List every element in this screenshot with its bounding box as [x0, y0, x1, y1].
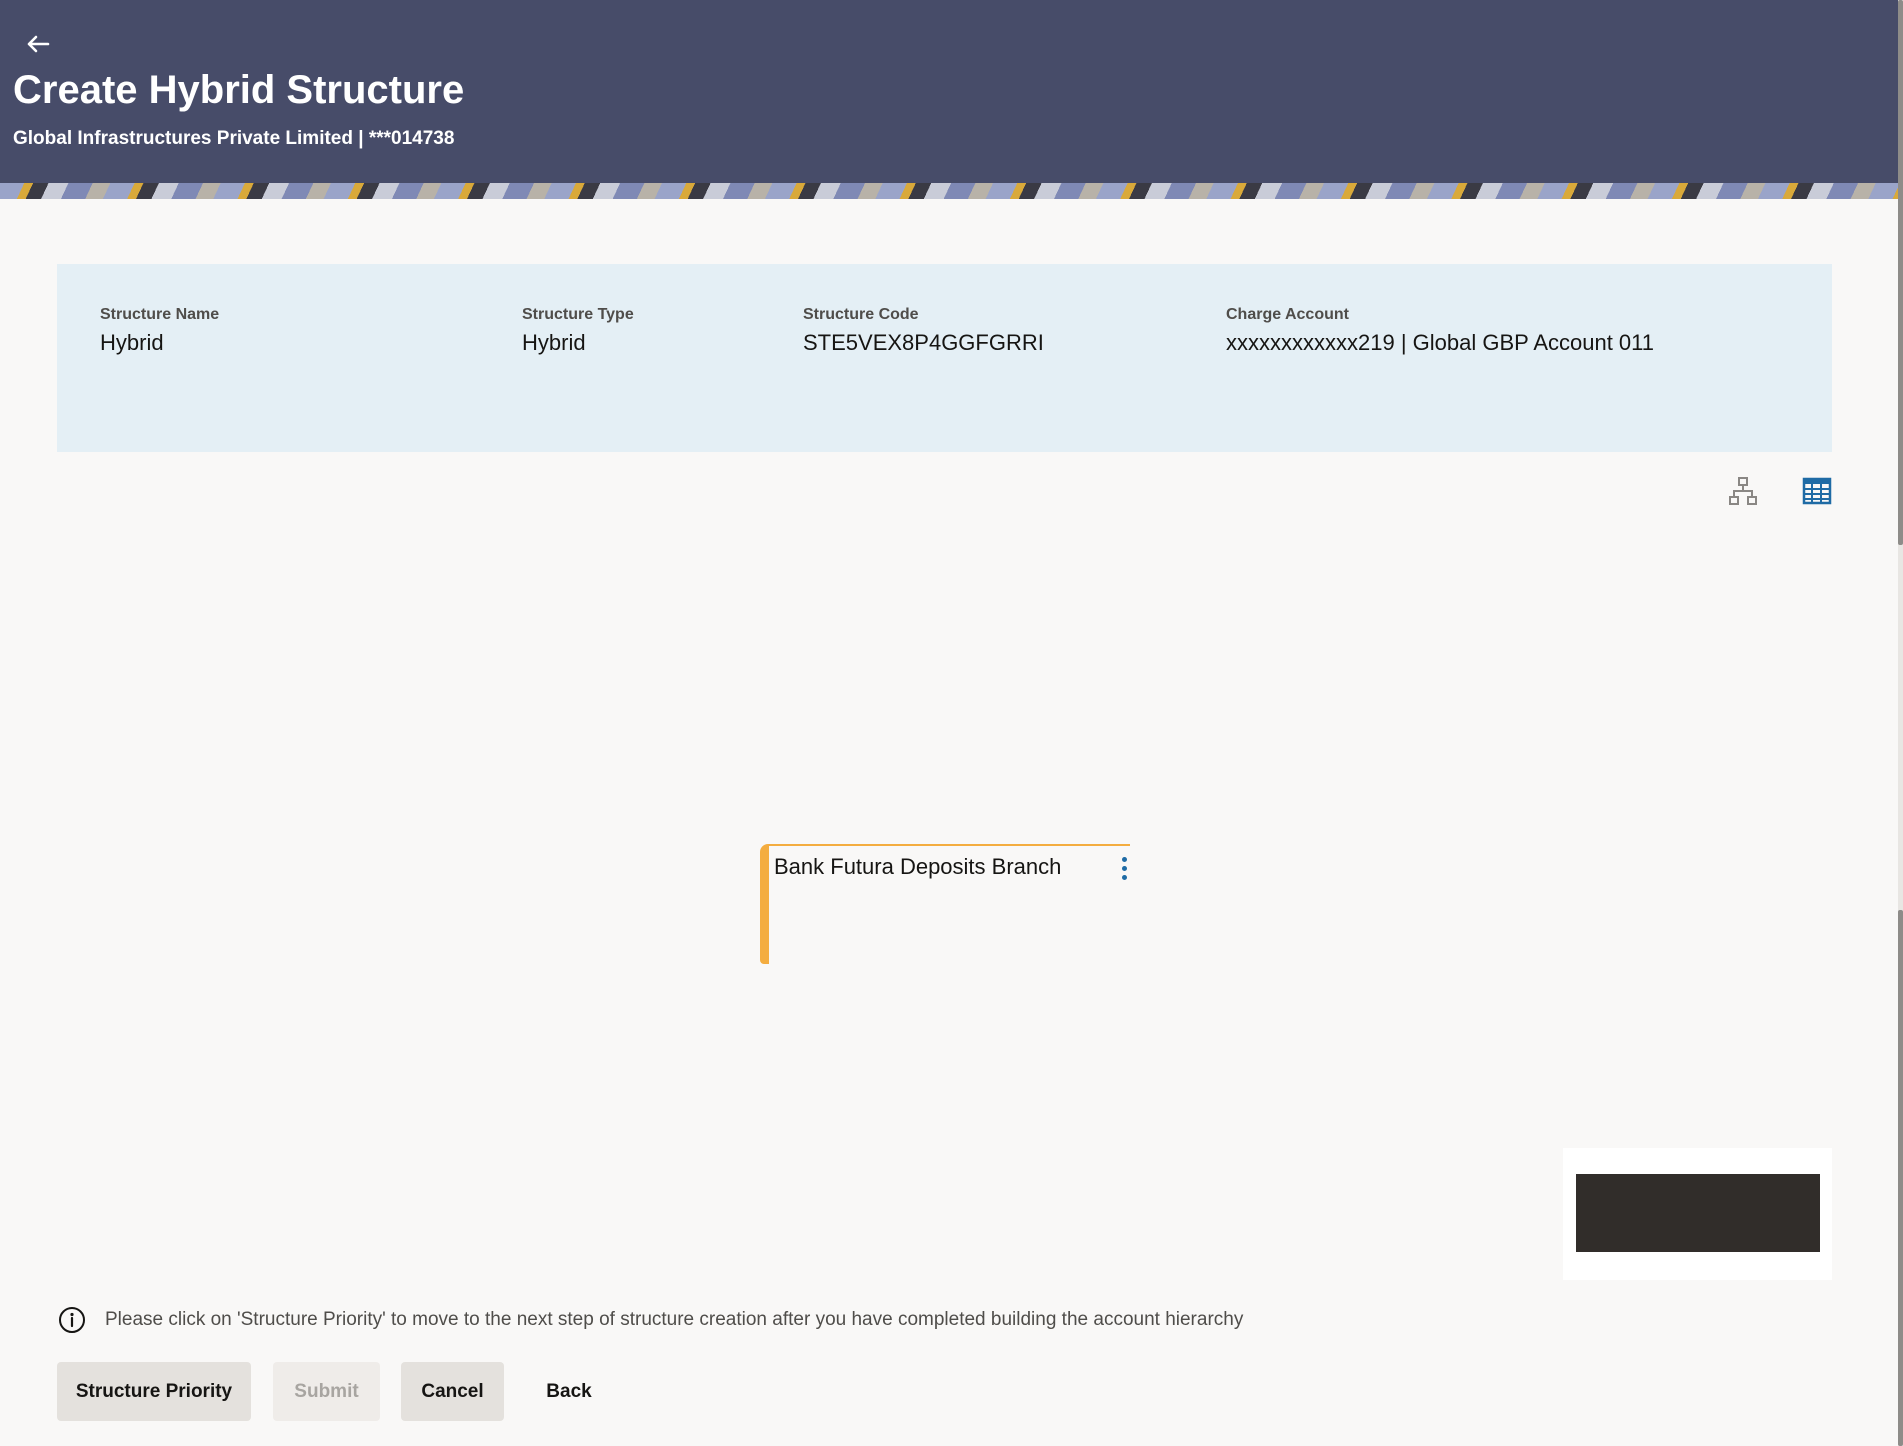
structure-type-field: Structure Type Hybrid: [522, 306, 634, 356]
structure-priority-button[interactable]: Structure Priority: [57, 1362, 251, 1421]
charge-account-value: xxxxxxxxxxxx219 | Global GBP Account 011: [1226, 330, 1654, 355]
structure-name-field: Structure Name Hybrid: [100, 306, 219, 356]
scrollbar-thumb[interactable]: [1898, 0, 1903, 545]
page-header: Create Hybrid Structure Global Infrastru…: [0, 0, 1898, 183]
structure-name-label: Structure Name: [100, 306, 220, 323]
structure-code-field: Structure Code STE5VEX8P4GGFGRRI: [803, 306, 1044, 356]
page-title: Create Hybrid Structure: [13, 68, 465, 112]
info-icon: [59, 1307, 85, 1333]
tree-node-root[interactable]: Bank Futura Deposits Branch: [760, 844, 1130, 964]
charge-account-field: Charge Account xxxxxxxxxxxx219 | Global …: [1226, 306, 1654, 356]
structure-type-label: Structure Type: [522, 306, 634, 323]
charge-account-label: Charge Account: [1226, 306, 1349, 323]
minimap-viewport[interactable]: [1576, 1174, 1820, 1252]
info-text: Please click on 'Structure Priority' to …: [105, 1309, 1244, 1330]
info-message: Please click on 'Structure Priority' to …: [58, 1305, 1243, 1335]
back-button[interactable]: Back: [527, 1362, 611, 1421]
header-decorative-band: [0, 183, 1898, 199]
submit-button[interactable]: Submit: [273, 1362, 380, 1421]
structure-summary-panel: Structure Name Hybrid Structure Type Hyb…: [57, 264, 1832, 452]
structure-code-value: STE5VEX8P4GGFGRRI: [803, 330, 1044, 355]
tree-node-label: Bank Futura Deposits Branch: [774, 854, 1062, 879]
cancel-button[interactable]: Cancel: [401, 1362, 504, 1421]
hierarchy-icon[interactable]: [1727, 475, 1759, 507]
diagram-minimap[interactable]: [1563, 1148, 1832, 1280]
structure-name-value: Hybrid: [100, 330, 164, 355]
table-icon[interactable]: [1801, 475, 1833, 507]
structure-code-label: Structure Code: [803, 306, 919, 323]
kebab-menu-icon[interactable]: [1118, 854, 1130, 886]
structure-type-value: Hybrid: [522, 330, 586, 355]
page-subtitle: Global Infrastructures Private Limited |…: [13, 128, 455, 149]
page: Create Hybrid Structure Global Infrastru…: [0, 0, 1903, 1446]
scrollbar-thumb-lower[interactable]: [1898, 910, 1903, 1446]
back-arrow-icon[interactable]: [22, 28, 54, 60]
